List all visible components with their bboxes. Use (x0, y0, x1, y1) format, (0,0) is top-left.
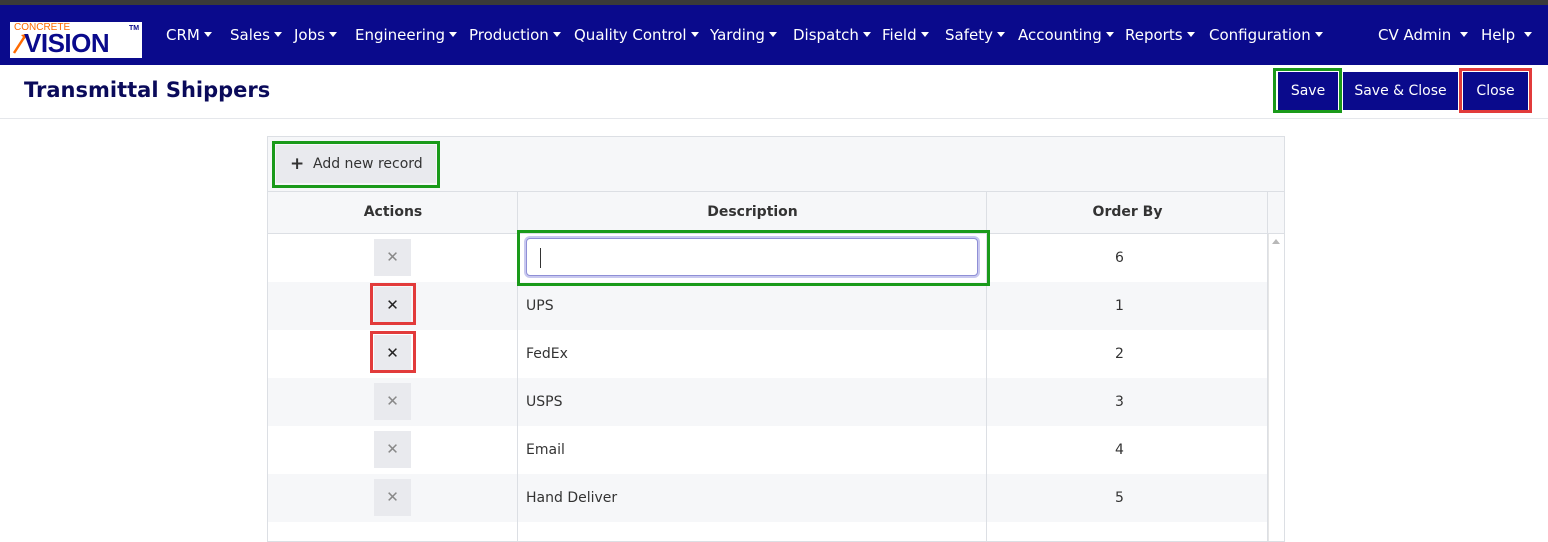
table-row: ✕ Email 4 (268, 426, 1268, 474)
order-by-cell[interactable]: 1 (988, 282, 1251, 330)
chevron-down-icon (449, 32, 457, 37)
description-input[interactable] (526, 238, 978, 276)
close-button[interactable]: Close (1463, 72, 1528, 110)
nav-configuration[interactable]: Configuration (1209, 5, 1323, 65)
chevron-down-icon (996, 32, 1005, 37)
chevron-down-icon (1460, 32, 1469, 37)
save-button[interactable]: Save (1278, 72, 1338, 110)
nav-field[interactable]: Field (882, 5, 929, 65)
nav-engineering[interactable]: Engineering (355, 5, 457, 65)
nav-label: Configuration (1209, 26, 1311, 44)
shippers-grid: + Add new record Actions Description Ord… (267, 136, 1285, 542)
delete-row-button[interactable]: ✕ (374, 239, 411, 276)
nav-label: Dispatch (793, 26, 859, 44)
order-by-cell[interactable]: 5 (988, 474, 1251, 522)
add-new-record-label: Add new record (313, 156, 423, 172)
table-row: ✕ UPS 1 (268, 282, 1268, 330)
description-cell[interactable]: Hand Deliver (526, 474, 617, 522)
nav-label: Help (1481, 26, 1516, 44)
order-by-cell[interactable]: 4 (988, 426, 1251, 474)
main-navbar: CONCRETE VISION TM CRM Sales Jobs Engine… (0, 5, 1548, 65)
chevron-down-icon (920, 32, 929, 37)
chevron-down-icon (690, 32, 699, 37)
nav-label: Engineering (355, 26, 445, 44)
logo-trademark: TM (129, 25, 140, 32)
chevron-down-icon (862, 32, 871, 37)
nav-yarding[interactable]: Yarding (710, 5, 777, 65)
order-by-cell[interactable]: 3 (988, 378, 1251, 426)
grid-header: Actions Description Order By (268, 192, 1284, 234)
description-cell[interactable]: UPS (526, 282, 554, 330)
table-row-editing: ✕ 6 (268, 234, 1268, 282)
chevron-down-icon (1314, 32, 1323, 37)
chevron-down-icon (1186, 32, 1195, 37)
nav-crm[interactable]: CRM (166, 5, 212, 65)
nav-jobs[interactable]: Jobs (294, 5, 337, 65)
nav-user-menu[interactable]: CV Admin (1378, 5, 1469, 65)
table-row: ✕ USPS 3 (268, 378, 1268, 426)
chevron-down-icon (552, 32, 561, 37)
nav-label: Jobs (294, 26, 325, 44)
nav-label: Accounting (1018, 26, 1102, 44)
delete-row-button[interactable]: ✕ (374, 287, 411, 324)
user-name: CV Admin (1378, 26, 1452, 44)
table-row: ✕ Hand Deliver 5 (268, 474, 1268, 522)
nav-safety[interactable]: Safety (945, 5, 1005, 65)
nav-label: Reports (1125, 26, 1183, 44)
nav-label: Safety (945, 26, 993, 44)
grid-vertical-scrollbar[interactable] (1268, 234, 1284, 541)
header-divider (0, 118, 1548, 119)
chevron-down-icon (328, 32, 337, 37)
chevron-down-icon (1105, 32, 1114, 37)
nav-label: CRM (166, 26, 200, 44)
description-cell[interactable]: FedEx (526, 330, 568, 378)
nav-label: Yarding (710, 26, 765, 44)
order-by-cell[interactable]: 2 (988, 330, 1251, 378)
chevron-down-icon (203, 32, 212, 37)
scroll-up-arrow-icon[interactable] (1272, 239, 1280, 244)
column-header-order-by[interactable]: Order By (987, 192, 1268, 233)
chevron-down-icon (1524, 32, 1533, 37)
save-and-close-button[interactable]: Save & Close (1343, 72, 1458, 110)
column-header-description[interactable]: Description (518, 192, 987, 233)
delete-row-button[interactable]: ✕ (374, 479, 411, 516)
nav-dispatch[interactable]: Dispatch (793, 5, 871, 65)
add-new-record-button[interactable]: + Add new record (276, 145, 436, 183)
nav-accounting[interactable]: Accounting (1018, 5, 1114, 65)
nav-reports[interactable]: Reports (1125, 5, 1195, 65)
nav-sales[interactable]: Sales (230, 5, 282, 65)
description-cell[interactable]: USPS (526, 378, 562, 426)
grid-toolbar: + Add new record (268, 137, 1284, 192)
nav-label: Production (469, 26, 549, 44)
nav-production[interactable]: Production (469, 5, 561, 65)
concrete-vision-logo[interactable]: CONCRETE VISION TM (10, 22, 142, 58)
nav-label: Sales (230, 26, 270, 44)
logo-main-text: VISION (24, 28, 110, 58)
description-cell[interactable]: Email (526, 426, 565, 474)
delete-row-button[interactable]: ✕ (374, 431, 411, 468)
nav-help[interactable]: Help (1481, 5, 1533, 65)
chevron-down-icon (768, 32, 777, 37)
delete-row-button[interactable]: ✕ (374, 335, 411, 372)
chevron-down-icon (273, 32, 282, 37)
delete-row-button[interactable]: ✕ (374, 383, 411, 420)
nav-quality-control[interactable]: Quality Control (574, 5, 699, 65)
column-divider (986, 192, 987, 541)
nav-label: Quality Control (574, 26, 687, 44)
text-cursor (540, 248, 541, 268)
nav-label: Field (882, 26, 917, 44)
page-title: Transmittal Shippers (24, 78, 271, 102)
plus-icon: + (290, 154, 305, 174)
order-by-cell[interactable]: 6 (988, 234, 1251, 282)
table-row: ✕ FedEx 2 (268, 330, 1268, 378)
column-header-actions[interactable]: Actions (268, 192, 518, 233)
column-divider (517, 192, 518, 541)
